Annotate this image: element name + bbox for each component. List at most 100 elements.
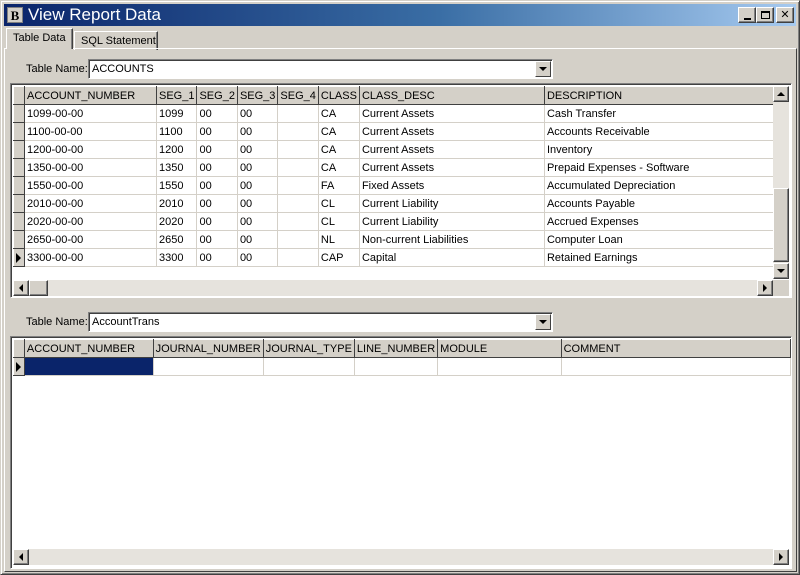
table-cell[interactable]: Accounts Receivable (544, 122, 782, 141)
table-cell[interactable]: Current Assets (359, 158, 545, 177)
vertical-scroll-thumb[interactable] (773, 188, 789, 262)
account-trans-grid[interactable]: ACCOUNT_NUMBER JOURNAL_NUMBER JOURNAL_TY… (10, 336, 792, 569)
row-indicator[interactable] (13, 230, 25, 249)
table-cell[interactable]: 2650 (156, 230, 198, 249)
table-cell[interactable]: Computer Loan (544, 230, 782, 249)
table-cell[interactable]: 1350-00-00 (24, 158, 157, 177)
row-indicator[interactable] (13, 140, 25, 159)
table-cell[interactable]: Cash Transfer (544, 104, 782, 123)
column-header[interactable]: SEG_3 (236, 86, 279, 105)
scroll-left-button[interactable] (13, 549, 29, 565)
accounts-vertical-scrollbar[interactable] (773, 86, 789, 279)
column-header[interactable]: ACCOUNT_NUMBER (23, 339, 154, 358)
account-row[interactable]: 1099-00-00 1099 00 00 CA Current Assets Cash T… (13, 104, 782, 123)
account-row[interactable]: 2020-00-00 2020 00 00 CL Current Liability Acc… (13, 212, 782, 231)
table-cell[interactable]: 1350 (156, 158, 198, 177)
table-cell[interactable]: 00 (237, 104, 279, 123)
table-cell[interactable] (277, 212, 319, 231)
table-cell[interactable]: 00 (196, 212, 238, 231)
scroll-down-button[interactable] (773, 263, 789, 279)
close-button[interactable]: ✕ (776, 7, 794, 23)
maximize-button[interactable] (756, 7, 774, 23)
table-cell[interactable]: CL (318, 212, 360, 231)
table-cell[interactable] (153, 357, 264, 376)
table-cell[interactable]: 2650-00-00 (24, 230, 157, 249)
column-header[interactable]: SEG_1 (155, 86, 198, 105)
table-cell[interactable] (277, 176, 319, 195)
table-cell[interactable]: CA (318, 140, 360, 159)
scroll-right-button[interactable] (773, 549, 789, 565)
table-cell[interactable] (263, 357, 355, 376)
column-header[interactable]: JOURNAL_TYPE (262, 339, 355, 358)
table-cell[interactable]: CAP (318, 248, 360, 267)
table-cell[interactable]: 1200 (156, 140, 198, 159)
table-cell[interactable]: Capital (359, 248, 545, 267)
table-cell[interactable]: 00 (196, 194, 238, 213)
row-indicator[interactable] (13, 104, 25, 123)
column-header[interactable]: DESCRIPTION (543, 86, 782, 105)
table-cell[interactable]: 00 (237, 212, 279, 231)
table-cell[interactable]: 00 (237, 158, 279, 177)
top-table-name-dropdown-button[interactable] (535, 61, 551, 77)
table-cell[interactable]: 2010 (156, 194, 198, 213)
table-cell[interactable]: 2020-00-00 (24, 212, 157, 231)
table-cell[interactable]: 00 (196, 248, 238, 267)
table-cell[interactable]: 1100 (156, 122, 198, 141)
account-row[interactable]: 2010-00-00 2010 00 00 CL Current Liability Acc… (13, 194, 782, 213)
table-cell[interactable]: 00 (237, 230, 279, 249)
table-cell[interactable] (277, 158, 319, 177)
title-bar[interactable]: B View Report Data ✕ (4, 4, 796, 26)
column-header[interactable]: LINE_NUMBER (353, 339, 439, 358)
account-row[interactable]: 1350-00-00 1350 00 00 CA Current Assets Prepai… (13, 158, 782, 177)
column-header[interactable]: JOURNAL_NUMBER (152, 339, 264, 358)
table-cell[interactable]: 00 (237, 176, 279, 195)
top-table-name-select[interactable]: ACCOUNTS (88, 59, 553, 79)
table-cell[interactable]: 2010-00-00 (24, 194, 157, 213)
accounts-grid[interactable]: ACCOUNT_NUMBER SEG_1 SEG_2 SEG_3 SEG_4 C… (10, 83, 792, 298)
column-header[interactable]: SEG_2 (196, 86, 238, 105)
table-cell[interactable]: Fixed Assets (359, 176, 545, 195)
table-cell[interactable]: 3300-00-00 (24, 248, 157, 267)
table-cell[interactable]: CA (318, 122, 360, 141)
account-trans-row[interactable] (13, 357, 791, 376)
table-cell[interactable]: 00 (196, 140, 238, 159)
minimize-button[interactable] (738, 7, 756, 23)
table-cell[interactable]: 00 (196, 176, 238, 195)
table-cell[interactable] (277, 122, 319, 141)
table-cell[interactable] (277, 194, 319, 213)
table-cell[interactable]: Accounts Payable (544, 194, 782, 213)
account-row[interactable]: 3300-00-00 3300 00 00 CAP Capital Retained Ear… (13, 248, 782, 267)
column-header[interactable]: COMMENT (560, 339, 791, 358)
scroll-right-button[interactable] (757, 280, 773, 296)
table-cell[interactable] (23, 357, 154, 376)
table-cell[interactable]: 1200-00-00 (24, 140, 157, 159)
table-cell[interactable]: 00 (237, 122, 279, 141)
column-header[interactable]: CLASS_DESC (358, 86, 545, 105)
table-cell[interactable]: 2020 (156, 212, 198, 231)
table-cell[interactable]: 00 (196, 230, 238, 249)
table-cell[interactable]: CL (318, 194, 360, 213)
account-trans-horizontal-scrollbar[interactable] (13, 549, 789, 565)
scroll-up-button[interactable] (773, 86, 789, 102)
app-icon[interactable]: B (7, 7, 23, 23)
bottom-table-name-select[interactable]: AccountTrans (88, 312, 553, 332)
table-cell[interactable]: 00 (237, 194, 279, 213)
account-row[interactable]: 2650-00-00 2650 00 00 NL Non-current Liabilit… (13, 230, 782, 249)
table-cell[interactable]: 00 (196, 158, 238, 177)
table-cell[interactable]: Current Assets (359, 104, 545, 123)
account-row[interactable]: 1100-00-00 1100 00 00 CA Current Assets Accoun… (13, 122, 782, 141)
table-cell[interactable]: Retained Earnings (544, 248, 782, 267)
row-indicator[interactable] (13, 248, 25, 267)
table-cell[interactable]: Non-current Liabilities (359, 230, 545, 249)
scroll-left-button[interactable] (13, 280, 29, 296)
table-cell[interactable]: Current Assets (359, 122, 545, 141)
table-cell[interactable]: 00 (196, 122, 238, 141)
table-cell[interactable]: NL (318, 230, 360, 249)
account-row[interactable]: 1550-00-00 1550 00 00 FA Fixed Assets Accumula… (13, 176, 782, 195)
table-cell[interactable]: 1550 (156, 176, 198, 195)
table-cell[interactable]: 00 (196, 104, 238, 123)
table-cell[interactable] (277, 230, 319, 249)
table-cell[interactable] (354, 357, 439, 376)
table-cell[interactable]: Accumulated Depreciation (544, 176, 782, 195)
table-cell[interactable] (437, 357, 562, 376)
